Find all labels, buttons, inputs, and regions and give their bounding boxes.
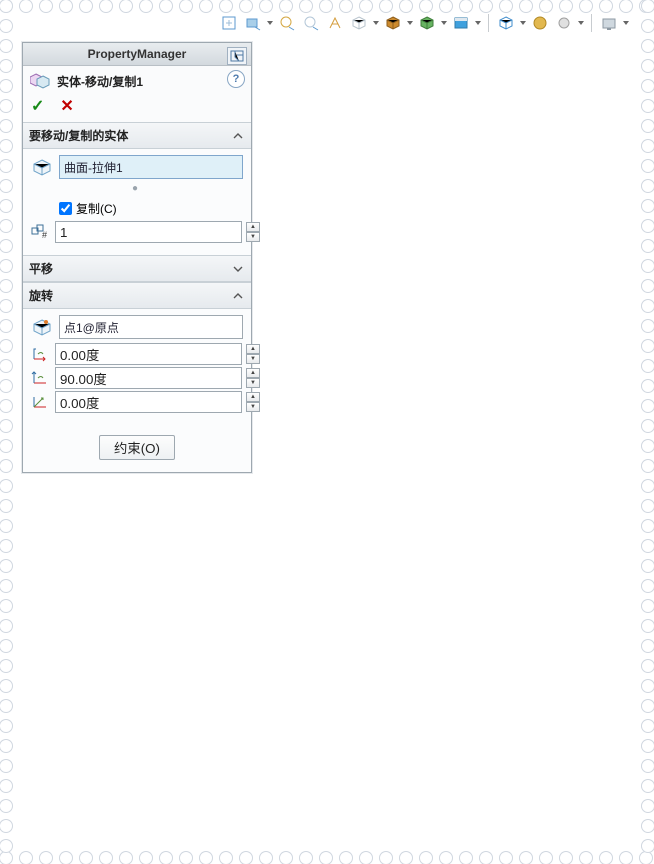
- angle-z-icon: [31, 391, 51, 413]
- angle-z-input[interactable]: [55, 391, 242, 413]
- section-rotate-label: 旋转: [29, 287, 53, 304]
- spin-up-button[interactable]: ▲: [246, 344, 260, 354]
- edit-appearance-icon[interactable]: [450, 12, 472, 34]
- spin-down-button[interactable]: ▼: [246, 402, 260, 412]
- resize-handle-icon[interactable]: ●: [31, 183, 243, 194]
- section-bodies-label: 要移动/复制的实体: [29, 127, 128, 144]
- feature-header: 实体-移动/复制1 ?: [23, 66, 251, 96]
- section-translate-label: 平移: [29, 260, 53, 277]
- surface-copy[interactable]: [152, 587, 242, 757]
- ok-button[interactable]: ✓: [31, 96, 44, 116]
- dropdown-arrow-icon[interactable]: [577, 13, 585, 33]
- zoom-to-fit-icon[interactable]: [218, 12, 240, 34]
- constraints-button[interactable]: 约束(O): [99, 435, 175, 460]
- svg-text:#: #: [42, 230, 47, 240]
- ambient-occlusion-icon[interactable]: [529, 12, 551, 34]
- spin-down-button[interactable]: ▼: [246, 378, 260, 388]
- spin-up-button[interactable]: ▲: [246, 222, 260, 232]
- angle-y-input[interactable]: [55, 367, 242, 389]
- copy-label: 复制(C): [76, 200, 117, 217]
- spin-down-button[interactable]: ▼: [246, 232, 260, 242]
- expand-icon: [231, 262, 245, 276]
- spin-up-button[interactable]: ▲: [246, 392, 260, 402]
- copy-checkbox[interactable]: [59, 202, 72, 215]
- hide-show-items-icon[interactable]: [416, 12, 438, 34]
- property-manager-panel: PropertyManager 实体-移动/复制1 ? ✓ ✕ 要移动/复制的实…: [22, 42, 252, 473]
- perspective-icon[interactable]: [553, 12, 575, 34]
- cancel-button[interactable]: ✕: [60, 96, 73, 116]
- dropdown-arrow-icon[interactable]: [372, 13, 380, 33]
- help-icon[interactable]: ?: [227, 70, 245, 88]
- body-selection-box[interactable]: 曲面-拉伸1: [59, 155, 243, 179]
- spin-up-button[interactable]: ▲: [246, 368, 260, 378]
- section-bodies-body: 曲面-拉伸1 ● 复制(C) # ▲ ▼: [23, 149, 251, 255]
- previous-view-icon[interactable]: [276, 12, 298, 34]
- keep-visible-toggle-icon[interactable]: [227, 47, 247, 65]
- section-bodies-header[interactable]: 要移动/复制的实体: [23, 122, 251, 149]
- surface-extrude-1[interactable]: [342, 390, 522, 480]
- angle-y-icon: [31, 367, 51, 389]
- zoom-to-area-icon[interactable]: [242, 12, 264, 34]
- collapse-icon: [231, 289, 245, 303]
- separator: [591, 14, 592, 32]
- dropdown-arrow-icon[interactable]: [519, 13, 527, 33]
- angle-x-icon: [31, 343, 51, 365]
- constraint-row: 约束(O): [23, 425, 251, 472]
- section-rotate-body: 点1@原点 ▲ ▼ ▲ ▼: [23, 309, 251, 425]
- rotation-reference-value: 点1@原点: [64, 319, 119, 336]
- pm-title-bar: PropertyManager: [23, 43, 251, 66]
- angle-x-input[interactable]: [55, 343, 242, 365]
- rotation-reference-icon: [31, 316, 53, 338]
- body-selection-value: 曲面-拉伸1: [64, 159, 123, 176]
- display-style-icon[interactable]: [382, 12, 404, 34]
- section-rotate-header[interactable]: 旋转: [23, 282, 251, 309]
- apply-scene-icon[interactable]: [495, 12, 517, 34]
- move-copy-feature-icon: [29, 70, 51, 92]
- dropdown-arrow-icon[interactable]: [266, 13, 274, 33]
- dropdown-arrow-icon[interactable]: [622, 13, 630, 33]
- dynamic-annotation-icon[interactable]: [324, 12, 346, 34]
- spin-down-button[interactable]: ▼: [246, 354, 260, 364]
- copy-count-icon: #: [31, 221, 51, 243]
- dropdown-arrow-icon[interactable]: [474, 13, 482, 33]
- dropdown-arrow-icon[interactable]: [406, 13, 414, 33]
- ok-cancel-row: ✓ ✕: [23, 96, 251, 122]
- section-view-icon[interactable]: [300, 12, 322, 34]
- pm-title-text: PropertyManager: [88, 47, 187, 61]
- view-settings-icon[interactable]: [598, 12, 620, 34]
- separator: [488, 14, 489, 32]
- copy-count-input[interactable]: [55, 221, 242, 243]
- heads-up-view-toolbar: [218, 10, 630, 36]
- section-translate-header[interactable]: 平移: [23, 255, 251, 282]
- feature-name-label: 实体-移动/复制1: [57, 73, 143, 90]
- view-triad[interactable]: [497, 616, 567, 676]
- rotation-reference-box[interactable]: 点1@原点: [59, 315, 243, 339]
- view-orientation-icon[interactable]: [348, 12, 370, 34]
- collapse-icon: [231, 129, 245, 143]
- dropdown-arrow-icon[interactable]: [440, 13, 448, 33]
- body-selection-icon: [31, 156, 53, 178]
